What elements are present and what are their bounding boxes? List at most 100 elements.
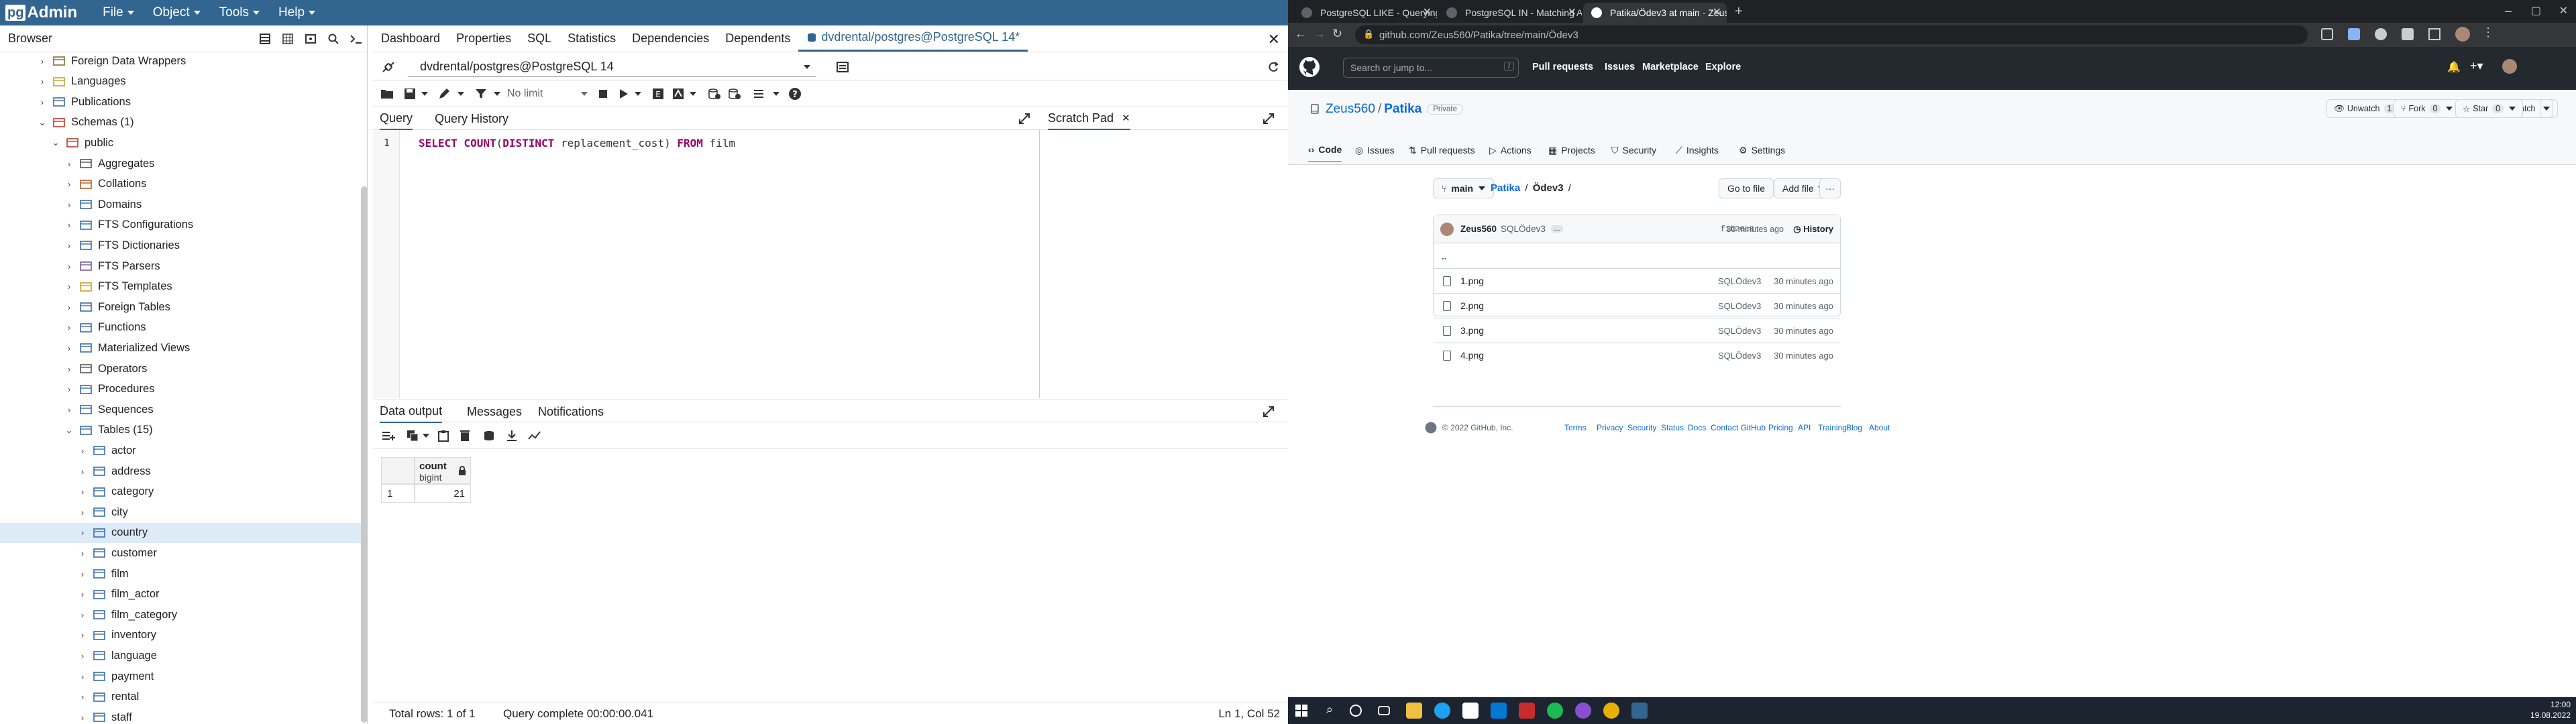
chevron-right-icon[interactable]: ›: [64, 261, 74, 272]
tree-item[interactable]: › Operators: [0, 359, 362, 379]
browser-tab[interactable]: PostgreSQL LIKE - Querying Dat ✕: [1293, 3, 1437, 23]
tree-item[interactable]: › FTS Parsers: [0, 256, 362, 276]
new-connection-icon[interactable]: [836, 60, 849, 77]
repo-tab-pull-requests[interactable]: ⇅ Pull requests: [1409, 138, 1475, 162]
repo-tab-insights[interactable]: ⟋ Insights: [1676, 138, 1719, 162]
add-row-icon[interactable]: [378, 426, 398, 446]
store-icon[interactable]: [1462, 703, 1479, 719]
chevron-right-icon[interactable]: ›: [78, 446, 87, 456]
tree-item[interactable]: › film: [0, 564, 362, 584]
github-mark-icon[interactable]: [1425, 422, 1437, 436]
nav-marketplace[interactable]: Marketplace: [1642, 62, 1699, 72]
tab-dependents[interactable]: Dependents: [717, 25, 798, 52]
windows-start-icon[interactable]: [1293, 703, 1309, 719]
mail-icon[interactable]: [1491, 703, 1507, 719]
close-icon[interactable]: ✕: [1713, 5, 1721, 19]
graph-visualiser-icon[interactable]: [525, 426, 545, 446]
tab-statistics[interactable]: Statistics: [559, 25, 624, 52]
refresh-icon[interactable]: [1267, 60, 1280, 77]
save-data-icon[interactable]: [479, 426, 499, 446]
extension-icon[interactable]: [2348, 28, 2360, 40]
tab-properties[interactable]: Properties: [448, 25, 519, 52]
menu-file[interactable]: File: [103, 5, 134, 20]
tree-item[interactable]: › city: [0, 502, 362, 522]
tree-item[interactable]: › inventory: [0, 625, 362, 646]
chevron-right-icon[interactable]: ›: [64, 405, 74, 415]
back-icon[interactable]: ←: [1295, 27, 1307, 41]
footer-link[interactable]: Status: [1661, 423, 1684, 432]
close-icon[interactable]: ✕: [1268, 31, 1280, 48]
extension-icon[interactable]: [2375, 28, 2387, 40]
chevron-right-icon[interactable]: ›: [64, 322, 74, 333]
rollback-icon[interactable]: [724, 84, 745, 104]
chevron-right-icon[interactable]: ›: [78, 569, 87, 579]
spotify-icon[interactable]: [1547, 703, 1563, 719]
tree-item[interactable]: › Materialized Views: [0, 338, 362, 358]
tree-item[interactable]: › Functions: [0, 318, 362, 338]
commit-author-avatar[interactable]: [1440, 222, 1454, 236]
address-bar[interactable]: 🔒 github.com/Zeus560/Patika/tree/main/Öd…: [1355, 25, 2308, 44]
file-row[interactable]: 3.png SQLÖdev3 30 minutes ago: [1434, 318, 1840, 343]
maximize-icon[interactable]: [1263, 107, 1275, 130]
repo-tab-security[interactable]: ⛉ Security: [1611, 138, 1656, 162]
file-name[interactable]: 3.png: [1460, 325, 1662, 336]
tree-item[interactable]: › address: [0, 461, 362, 481]
file-name[interactable]: 1.png: [1460, 276, 1662, 286]
maximize-icon[interactable]: [1263, 400, 1275, 423]
stop-icon[interactable]: [593, 84, 613, 104]
tree-item[interactable]: › Procedures: [0, 379, 362, 400]
chevron-right-icon[interactable]: ›: [78, 692, 87, 702]
nav-explore[interactable]: Explore: [1705, 62, 1741, 72]
tree-item[interactable]: › Languages: [0, 72, 362, 92]
kebab-menu-icon[interactable]: ⋮: [2482, 25, 2494, 40]
tree-item[interactable]: ⌄ public: [0, 133, 362, 153]
chevron-right-icon[interactable]: ›: [64, 200, 74, 210]
file-row[interactable]: 4.png SQLÖdev3 30 minutes ago: [1434, 343, 1840, 367]
file-row[interactable]: 1.png SQLÖdev3 30 minutes ago: [1434, 268, 1840, 293]
tree-item[interactable]: › Domains: [0, 194, 362, 215]
github-logo-icon[interactable]: [1299, 56, 1320, 81]
chevron-right-icon[interactable]: ›: [64, 241, 74, 251]
tree-item[interactable]: › Aggregates: [0, 154, 362, 174]
chevron-down-icon[interactable]: [628, 84, 648, 104]
task-view-icon[interactable]: [1378, 706, 1390, 715]
repo-tab-actions[interactable]: ▷ Actions: [1489, 138, 1532, 162]
close-icon[interactable]: ✕: [1423, 5, 1432, 19]
tree-item[interactable]: › Sequences: [0, 400, 362, 420]
help-icon[interactable]: ?: [785, 84, 805, 104]
download-icon[interactable]: [502, 426, 522, 446]
file-name[interactable]: 2.png: [1460, 300, 1662, 311]
tree-item[interactable]: › FTS Dictionaries: [0, 235, 362, 255]
chevron-right-icon[interactable]: ›: [38, 97, 47, 107]
system-clock[interactable]: 12:00 19.08.2022: [2530, 699, 2571, 721]
puzzle-icon[interactable]: [2402, 28, 2414, 40]
tab-messages[interactable]: Messages: [467, 400, 522, 423]
chevron-right-icon[interactable]: ›: [38, 56, 47, 66]
file-commit-message[interactable]: SQLÖdev3: [1718, 351, 1761, 361]
table-view-icon[interactable]: [281, 32, 294, 46]
chevron-down-icon[interactable]: [415, 84, 435, 104]
chevron-down-icon[interactable]: [487, 84, 507, 104]
app-icon[interactable]: [1519, 703, 1535, 719]
tree-item[interactable]: › film_actor: [0, 585, 362, 605]
file-commit-message[interactable]: SQLÖdev3: [1718, 301, 1761, 311]
tab-sql[interactable]: SQL: [519, 25, 559, 52]
explain-icon[interactable]: E: [648, 84, 668, 104]
footer-link[interactable]: Blog: [1846, 423, 1862, 432]
tree-item[interactable]: ⌄ Schemas (1): [0, 113, 362, 133]
open-file-icon[interactable]: [377, 84, 397, 104]
breadcrumb-repo[interactable]: Patika: [1491, 182, 1520, 194]
connection-status-icon[interactable]: [381, 60, 396, 77]
chevron-down-icon[interactable]: [451, 84, 471, 104]
create-new-icon[interactable]: +▾: [2470, 59, 2483, 73]
tree-item[interactable]: › category: [0, 482, 362, 502]
chevron-down-icon[interactable]: ⌄: [51, 137, 60, 148]
repo-tab-settings[interactable]: ⚙ Settings: [1739, 138, 1785, 162]
chevron-right-icon[interactable]: ›: [64, 159, 74, 169]
tree-item[interactable]: › language: [0, 646, 362, 666]
nav-pull-requests[interactable]: Pull requests: [1532, 62, 1593, 72]
cortana-icon[interactable]: [1350, 705, 1362, 717]
chevron-right-icon[interactable]: ›: [78, 507, 87, 518]
reload-icon[interactable]: ↻: [1332, 27, 1342, 41]
tab-dependencies[interactable]: Dependencies: [624, 25, 717, 52]
